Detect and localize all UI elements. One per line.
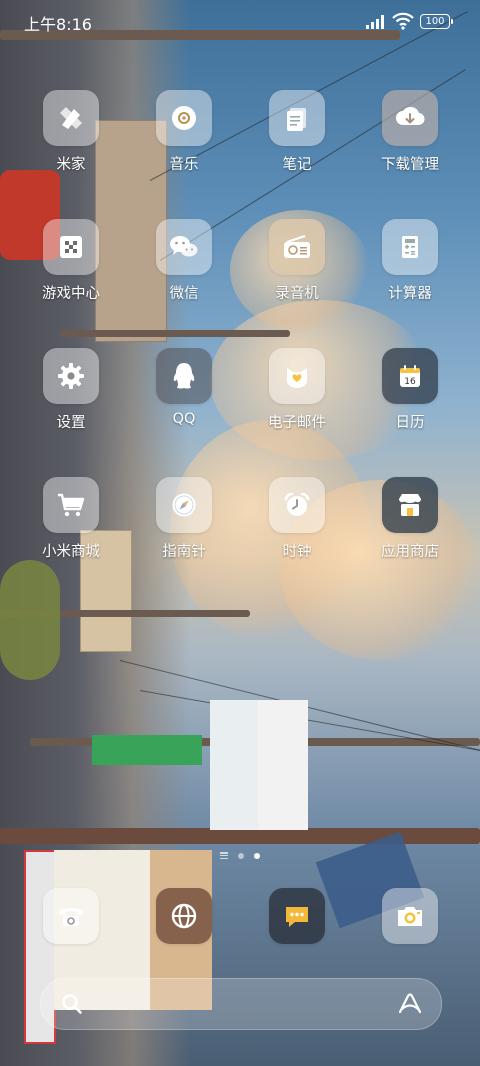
email-icon (269, 348, 325, 404)
settings-gear-icon (43, 348, 99, 404)
recorder-icon (269, 219, 325, 275)
camera-icon (382, 888, 438, 944)
page-dot[interactable] (238, 852, 244, 859)
app-label: 设置 (56, 415, 86, 431)
app-settings[interactable]: 设置 (21, 348, 121, 432)
dock-messages[interactable] (247, 888, 347, 944)
calendar-icon: 16 (382, 348, 438, 404)
app-label: 时钟 (282, 544, 312, 560)
app-store-icon (382, 477, 438, 533)
app-label: 米家 (56, 157, 86, 173)
app-label: 录音机 (275, 286, 319, 302)
app-compass[interactable]: 指南针 (134, 477, 234, 561)
app-label: 微信 (169, 286, 199, 302)
game-center-icon (43, 219, 99, 275)
calendar-date: 16 (404, 377, 416, 387)
app-label: 笔记 (282, 157, 312, 173)
app-label: 音乐 (169, 157, 199, 173)
download-icon (382, 90, 438, 146)
app-clock[interactable]: 时钟 (247, 477, 347, 561)
status-time: 上午8:16 (24, 15, 92, 34)
phone-icon (43, 888, 99, 944)
search-icon[interactable] (61, 993, 83, 1019)
app-label: 下载管理 (381, 157, 439, 173)
wifi-icon (392, 12, 414, 34)
app-label: 电子邮件 (268, 415, 326, 431)
page-indicator[interactable] (0, 852, 480, 859)
app-email[interactable]: 电子邮件 (247, 348, 347, 432)
dock-camera[interactable] (360, 888, 460, 944)
notes-icon (269, 90, 325, 146)
app-label: QQ (172, 411, 196, 427)
app-game-center[interactable]: 游戏中心 (21, 219, 121, 303)
page-dot-active[interactable] (254, 852, 260, 859)
app-mi-store[interactable]: 小米商城 (21, 477, 121, 561)
mijia-icon (43, 90, 99, 146)
shopping-cart-icon (43, 477, 99, 533)
status-bar: 上午8:16 100 (0, 0, 480, 44)
app-app-store[interactable]: 应用商店 (360, 477, 460, 561)
browser-icon (156, 888, 212, 944)
app-label: 日历 (395, 415, 425, 431)
cellular-signal-icon (366, 14, 388, 33)
wechat-icon (156, 219, 212, 275)
messages-icon (269, 888, 325, 944)
compass-icon (156, 477, 212, 533)
app-notes[interactable]: 笔记 (247, 90, 347, 174)
app-calculator[interactable]: 计算器 (360, 219, 460, 303)
app-wechat[interactable]: 微信 (134, 219, 234, 303)
app-qq[interactable]: QQ (134, 348, 234, 427)
app-label: 应用商店 (381, 544, 439, 560)
alarm-clock-icon (269, 477, 325, 533)
dock-browser[interactable] (134, 888, 234, 944)
app-mijia[interactable]: 米家 (21, 90, 121, 174)
app-label: 游戏中心 (42, 286, 100, 302)
app-calendar[interactable]: 16 日历 (360, 348, 460, 432)
app-download-manager[interactable]: 下载管理 (360, 90, 460, 174)
calculator-icon (382, 219, 438, 275)
assistant-icon[interactable] (397, 992, 423, 1020)
battery-icon: 100 (420, 14, 453, 29)
qq-penguin-icon (156, 348, 212, 404)
music-icon (156, 90, 212, 146)
app-music[interactable]: 音乐 (134, 90, 234, 174)
page-indicator-feed[interactable] (220, 852, 228, 859)
app-recorder[interactable]: 录音机 (247, 219, 347, 303)
app-label: 指南针 (162, 544, 206, 560)
app-label: 小米商城 (42, 544, 100, 560)
app-label: 计算器 (388, 286, 432, 302)
search-bar[interactable] (40, 978, 442, 1030)
dock-phone[interactable] (21, 888, 121, 944)
